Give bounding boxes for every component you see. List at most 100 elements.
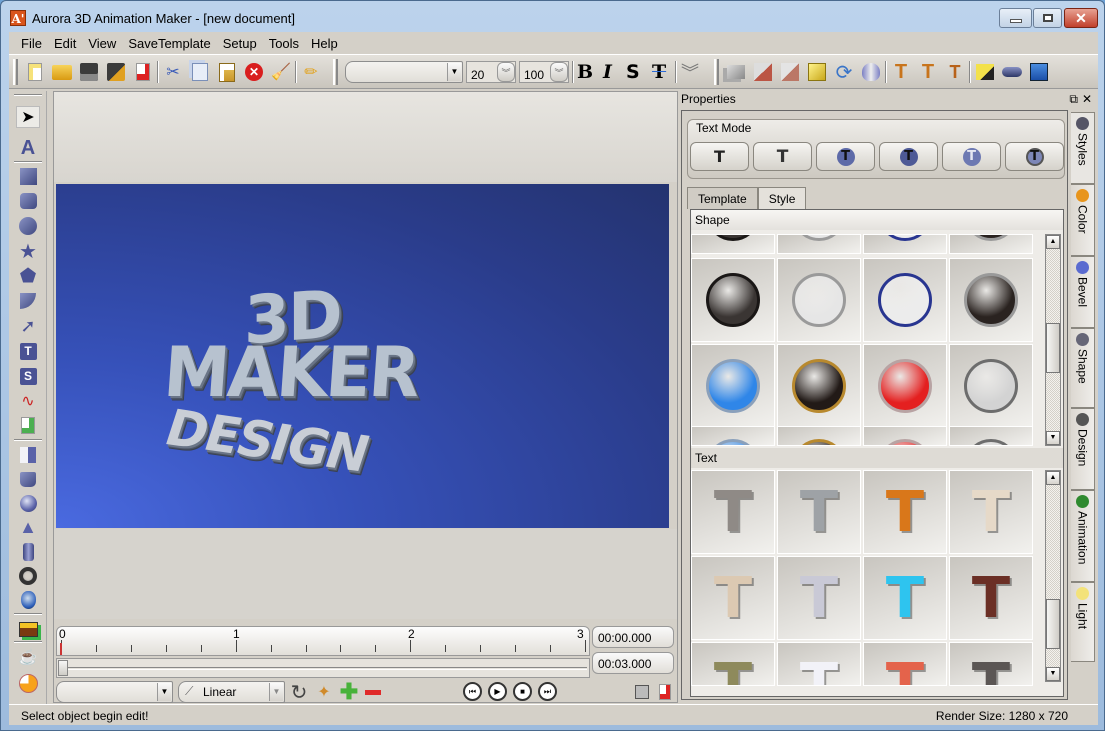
scroll-thumb[interactable]: [1046, 322, 1060, 373]
scroll-up-icon[interactable]: ▲: [1046, 471, 1060, 485]
shape-swatch-black-gold[interactable]: [777, 426, 861, 446]
strike-button[interactable]: S: [626, 61, 640, 83]
close-panel-icon[interactable]: ✕: [1082, 92, 1092, 106]
text-mode-round[interactable]: T: [816, 142, 875, 171]
text-swatch-white-blue[interactable]: T: [777, 642, 861, 686]
refresh-button[interactable]: ⟳: [833, 61, 855, 84]
tool-select[interactable]: ➤: [16, 106, 40, 128]
shape-swatch-white-blue-ring[interactable]: [863, 258, 947, 342]
tool-quarter-circle[interactable]: [16, 290, 40, 312]
shape-swatch-silver[interactable]: [777, 234, 861, 254]
menu-edit[interactable]: Edit: [48, 36, 82, 51]
tool-image[interactable]: [16, 414, 40, 436]
menu-view[interactable]: View: [82, 36, 122, 51]
toolbar-grip[interactable]: [714, 59, 719, 85]
export-button[interactable]: [132, 61, 154, 83]
add-keyframe-button[interactable]: ✚: [338, 679, 360, 704]
text-swatch-gray-metal[interactable]: T: [691, 470, 775, 554]
clear-button[interactable]: 🧹: [270, 61, 292, 83]
text-swatch-gold-glitter[interactable]: T: [691, 642, 775, 686]
tool-arrow[interactable]: ➚: [16, 315, 40, 337]
shape-swatch-red[interactable]: [863, 344, 947, 428]
close-button[interactable]: ✕: [1064, 8, 1098, 28]
text-mode-flat[interactable]: T: [690, 142, 749, 171]
layer-order-button[interactable]: [974, 61, 996, 83]
shape-swatch-silver[interactable]: [777, 258, 861, 342]
tool-vase[interactable]: [16, 589, 40, 611]
tool-box[interactable]: [16, 468, 40, 490]
chevron-down-icon[interactable]: ▼: [447, 63, 461, 81]
font-combo[interactable]: ▼: [345, 61, 463, 83]
text-swatch-champagne[interactable]: T: [691, 556, 775, 640]
tool-color-palette[interactable]: [16, 672, 40, 694]
more-button[interactable]: ︾: [679, 61, 701, 83]
tab-template[interactable]: Template: [687, 187, 758, 209]
chevron-down-icon[interactable]: ▼: [157, 683, 171, 701]
scene-text-maker[interactable]: MAKER: [161, 332, 420, 413]
scroll-thumb[interactable]: [1046, 598, 1060, 649]
timeline-ruler[interactable]: 0 1 2 3: [56, 626, 590, 656]
render-canvas[interactable]: 3D MAKER DESIGN: [56, 184, 669, 528]
side-tab-design[interactable]: Design: [1071, 408, 1095, 490]
shape-swatch-dark-glass[interactable]: [691, 234, 775, 254]
shape-swatch-white-blue-ring[interactable]: [863, 234, 947, 254]
tool-add-picture[interactable]: [16, 618, 40, 640]
tool-text-T[interactable]: T: [16, 340, 40, 362]
text-mode-ring[interactable]: T: [1005, 142, 1064, 171]
text-swatch-silver-white[interactable]: T: [777, 556, 861, 640]
side-tab-animation[interactable]: Animation: [1071, 490, 1095, 582]
material-button[interactable]: [752, 61, 774, 83]
cylinder-button[interactable]: [860, 61, 882, 83]
tool-text[interactable]: A: [16, 137, 40, 159]
paste-button[interactable]: [216, 61, 238, 83]
object-select[interactable]: ▼: [56, 681, 173, 703]
text-mode-extruded[interactable]: T: [753, 142, 812, 171]
magic-wand-button[interactable]: ✦: [313, 681, 335, 703]
reset-button[interactable]: ↻: [288, 681, 310, 704]
shape-swatch-black-gold[interactable]: [777, 344, 861, 428]
side-tab-color[interactable]: Color: [1071, 184, 1095, 256]
tool-cylinder[interactable]: [16, 541, 40, 563]
shape-scrollbar[interactable]: ▲ ▼: [1045, 234, 1061, 446]
frame-button[interactable]: [631, 681, 653, 703]
text-swatch-ivory[interactable]: T: [949, 470, 1033, 554]
tool-curve[interactable]: ∿: [16, 390, 40, 412]
save-as-button[interactable]: [105, 61, 127, 83]
text-style3-button[interactable]: T: [944, 61, 966, 83]
shape-swatch-red[interactable]: [863, 426, 947, 446]
double-chevron-down-icon[interactable]: ︾: [497, 62, 515, 82]
bold-button[interactable]: B: [577, 61, 593, 83]
tool-cone[interactable]: ▲: [16, 516, 40, 538]
text-swatch-copper[interactable]: T: [863, 470, 947, 554]
time-slider[interactable]: [56, 658, 590, 678]
scale-spinner[interactable]: 100 ︾: [519, 61, 569, 83]
shape-swatch-black-silver[interactable]: [949, 258, 1033, 342]
copy-button[interactable]: [189, 61, 211, 83]
side-tab-styles[interactable]: Styles: [1071, 112, 1095, 184]
remove-keyframe-button[interactable]: [362, 681, 384, 703]
text-mode-round-dark[interactable]: T: [879, 142, 938, 171]
delete-button[interactable]: ✕: [243, 61, 265, 83]
minimize-button[interactable]: [999, 8, 1032, 28]
shape-swatch-chrome[interactable]: [949, 344, 1033, 428]
tool-cube[interactable]: [16, 444, 40, 466]
current-time-field[interactable]: 00:00.000: [592, 626, 674, 648]
text-style1-button[interactable]: T: [890, 61, 912, 83]
new-file-button[interactable]: [24, 61, 46, 83]
text-scrollbar[interactable]: ▲ ▼: [1045, 470, 1061, 682]
menu-setup[interactable]: Setup: [217, 36, 263, 51]
italic-button[interactable]: I: [603, 61, 612, 83]
shadow-button[interactable]: [1001, 61, 1023, 83]
tool-teapot[interactable]: ☕: [16, 646, 40, 668]
interpolation-select[interactable]: ⟋ Linear ▼: [178, 681, 285, 703]
tab-style[interactable]: Style: [757, 187, 807, 210]
text-swatch-brown[interactable]: T: [949, 556, 1033, 640]
text-swatch-coral[interactable]: T: [863, 642, 947, 686]
background-color-button[interactable]: [1028, 61, 1050, 83]
tool-pentagon[interactable]: ⬟: [16, 265, 40, 287]
fast-forward-button[interactable]: ⏭: [538, 682, 557, 701]
chevron-down-icon[interactable]: ▼: [269, 683, 283, 701]
edit-button[interactable]: ✏: [300, 61, 322, 83]
text-swatch-cyan[interactable]: T: [863, 556, 947, 640]
tool-rectangle[interactable]: [16, 165, 40, 187]
